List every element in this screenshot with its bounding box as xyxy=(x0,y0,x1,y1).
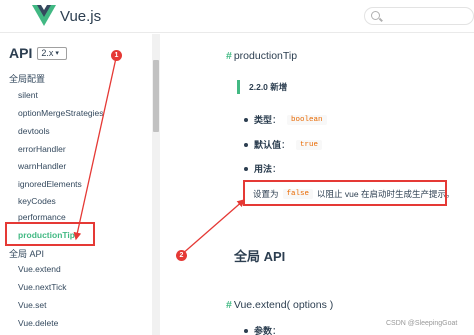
sidebar-item-silent[interactable]: silent xyxy=(18,90,38,100)
bullet xyxy=(244,328,248,333)
search-icon xyxy=(371,11,380,20)
sidebar-item-production-tip[interactable]: productionTip xyxy=(18,230,75,240)
sidebar-item-vue-extend[interactable]: Vue.extend xyxy=(18,264,61,274)
api-title: API xyxy=(9,45,33,61)
api-title-row: API 2.x ▾ xyxy=(9,45,68,61)
sidebar-item-warn-handler[interactable]: warnHandler xyxy=(18,161,66,171)
version-value: 2.x xyxy=(41,48,54,58)
sidebar-item-error-handler[interactable]: errorHandler xyxy=(18,144,66,154)
main-content: # productionTip 2.2.0 新增 类型： boolean 默认值：… xyxy=(162,34,474,335)
annotation-marker-2: 2 xyxy=(176,250,187,261)
bullet xyxy=(244,166,248,171)
type-label: 类型 xyxy=(254,115,273,125)
params-label: 参数 xyxy=(254,326,273,335)
default-label: 默认值 xyxy=(254,140,282,150)
usage-label: 用法 xyxy=(254,164,273,174)
sidebar: API 2.x ▾ 全局配置 silent optionMergeStrateg… xyxy=(0,34,162,335)
watermark: CSDN @SleepingGoat xyxy=(386,320,458,327)
header: Vue.js xyxy=(0,0,474,33)
usage-description: 设置为 false 以阻止 vue 在启动时生成生产提示。 xyxy=(248,184,454,204)
sidebar-item-vue-next-tick[interactable]: Vue.nextTick xyxy=(18,282,67,292)
vue-extend-heading-text: Vue.extend( options ) xyxy=(233,299,334,311)
chevron-down-icon: ▾ xyxy=(55,50,59,57)
default-row: 默认值： true xyxy=(244,138,323,151)
sidebar-item-vue-delete[interactable]: Vue.delete xyxy=(18,318,58,328)
version-tip: 2.2.0 新增 xyxy=(237,80,357,94)
sidebar-item-performance[interactable]: performance xyxy=(18,212,66,222)
sidebar-item-option-merge-strategies[interactable]: optionMergeStrategies xyxy=(18,108,104,118)
vue-logo-icon[interactable] xyxy=(32,5,56,27)
scrollbar-thumb[interactable] xyxy=(153,60,159,132)
search-input[interactable] xyxy=(364,7,474,25)
version-select[interactable]: 2.x ▾ xyxy=(37,46,68,60)
sidebar-item-key-codes[interactable]: keyCodes xyxy=(18,196,56,206)
type-row: 类型： boolean xyxy=(244,113,327,126)
default-value: true xyxy=(296,139,323,150)
heading-anchor[interactable]: # xyxy=(226,299,232,311)
brand-title[interactable]: Vue.js xyxy=(60,8,101,25)
sidebar-scrollbar[interactable] xyxy=(152,34,160,335)
annotation-marker-1: 1 xyxy=(111,50,122,61)
bullet xyxy=(244,117,248,122)
sidebar-item-vue-set[interactable]: Vue.set xyxy=(18,300,47,310)
sidebar-section-global-config[interactable]: 全局配置 xyxy=(9,72,45,85)
version-tip-text: 2.2.0 新增 xyxy=(249,82,288,92)
usage-text-after: 以阻止 vue 在启动时生成生产提示。 xyxy=(317,189,455,199)
global-api-heading: 全局 API xyxy=(234,249,286,264)
production-tip-heading-text: productionTip xyxy=(233,50,298,62)
usage-text-before: 设置为 xyxy=(253,189,279,199)
usage-code: false xyxy=(282,189,314,199)
usage-row: 用法： xyxy=(244,162,281,175)
params-row: 参数： xyxy=(244,324,281,335)
heading-anchor[interactable]: # xyxy=(226,50,232,62)
sidebar-item-ignored-elements[interactable]: ignoredElements xyxy=(18,179,82,189)
bullet xyxy=(244,142,248,147)
sidebar-item-devtools[interactable]: devtools xyxy=(18,126,50,136)
type-value: boolean xyxy=(287,114,327,125)
vue-extend-heading: # Vue.extend( options ) xyxy=(226,299,333,311)
production-tip-heading: # productionTip xyxy=(226,50,297,62)
sidebar-section-global-api[interactable]: 全局 API xyxy=(9,247,44,260)
